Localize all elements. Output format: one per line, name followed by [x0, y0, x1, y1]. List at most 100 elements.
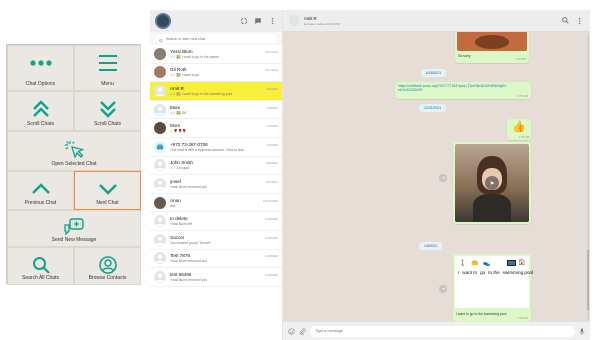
scroll-chats-button[interactable]: Scroll Chats [74, 91, 141, 131]
microphone-icon[interactable] [579, 322, 585, 340]
chat-name: Gil Roth [170, 67, 187, 73]
symbol-pool-icon [507, 260, 516, 266]
zoom-link[interactable]: https://us05web.zoom.us/j/7907777784?pwd… [398, 84, 506, 92]
chat-name: Mum [170, 104, 181, 110]
message-time: 7:09 AM [517, 316, 528, 320]
symbol-word: go [480, 270, 486, 275]
avatar [154, 196, 166, 209]
chat-list-item[interactable]: Amit R 1/6/2022 ✓✓ 🖼️ I want to go to the … [150, 82, 282, 101]
scrollbar-thumb[interactable] [587, 250, 589, 310]
chat-name: +972 73-367-0706 [170, 141, 208, 147]
message-symbol-bubble[interactable]: 🚶 🤲 👟 🏠 Iwant to go to the swimming pool I … [453, 254, 533, 322]
chat-name: Amit R [170, 85, 184, 91]
message-time: 9:57 PM [517, 94, 528, 98]
button-label: Previous Chat [24, 200, 57, 206]
chat-date: 12/22/2020 [262, 198, 278, 203]
message-list: So sorry 7:10 PM 6/18/2021 https://us05w… [283, 32, 590, 322]
chat-preview: ✓✓ 🖼️ I want to go to the planet [170, 54, 219, 59]
compose-bar [283, 322, 590, 340]
chat-list-item[interactable]: Anan 12/22/2020 test [150, 194, 282, 213]
chat-list-item[interactable]: Soccer 11/9/2020 You created group "Soccer… [150, 231, 282, 250]
chat-date: Thursday [265, 68, 278, 73]
switch-access-panel: Chat Options Menu Scroll Chats Scroll Chats… [6, 44, 141, 285]
forward-icon[interactable] [439, 174, 447, 182]
chat-name: Soccer [170, 234, 185, 240]
chat-list-item[interactable]: John Smith 8/4/2021 ✓✓ Ech gad [150, 157, 282, 176]
chat-list-item[interactable]: +972 73-367-0706 1/3/2022 This chat is wit… [150, 138, 282, 157]
double-chevron-up-icon [32, 98, 50, 120]
chat-preview: ✓✓ Ech gad [170, 166, 190, 171]
thumbs-up-icon: 👍 [512, 121, 526, 133]
whatsapp-window: Yossi Blum Thursday ✓✓ 🖼️ I want to go to … [150, 10, 590, 340]
search-box[interactable] [155, 34, 277, 43]
chat-preview: ✓✓ 🖼️ I want to go [170, 73, 200, 78]
chat-list: Yossi Blum Thursday ✓✓ 🖼️ I want to go to … [150, 45, 282, 287]
chat-list-item[interactable]: test 65465 11/9/2020 Yossi Blum removed yo… [150, 268, 282, 287]
new-chat-icon[interactable] [253, 16, 263, 26]
message-video-bubble[interactable] [453, 142, 531, 224]
chat-preview: Yossi Blum removed you [170, 259, 208, 264]
symbol-card[interactable]: 🚶 🤲 👟 🏠 Iwant to go to the swimming pool [455, 256, 533, 308]
date-divider: 1/6/2022 [419, 242, 443, 250]
message-sticker-bubble[interactable]: 👍 7:25 AM [507, 119, 531, 140]
chat-text: yosef 8/7/2021 Yossi Blum removed you [170, 179, 278, 189]
search-input[interactable] [166, 36, 273, 41]
chat-list-item[interactable]: Yossi Blum Thursday ✓✓ 🖼️ I want to go to … [150, 45, 282, 64]
chat-date: 8/7/2021 [266, 179, 278, 184]
open-selected-chat-button[interactable]: Open Selected Chat [7, 131, 141, 171]
chat-date: 1/3/2022 [266, 124, 278, 129]
chat-preview: ✓✓ 🖼️ I want to go to the swimming pool [170, 91, 233, 96]
chat-options-button[interactable]: Chat Options [7, 45, 74, 91]
screen: Chat Options Menu Scroll Chats Scroll Chats… [0, 0, 593, 340]
status-icon[interactable] [239, 16, 249, 26]
chat-list-item[interactable]: Mom 1/3/2022 ✓ 🌹🌹🌹 [150, 119, 282, 138]
play-icon[interactable] [485, 176, 499, 190]
chat-preview: You created group "Soccer" [170, 240, 212, 245]
chat-date: 11/9/2020 [264, 235, 278, 240]
avatar [154, 103, 166, 116]
forward-icon[interactable] [439, 285, 447, 293]
video-thumbnail[interactable] [455, 144, 529, 222]
chat-name: test 65465 [170, 271, 192, 277]
contact-avatar[interactable] [289, 15, 300, 26]
message-link-bubble[interactable]: https://us05web.zoom.us/j/7907777784?pwd… [395, 82, 531, 99]
chat-preview: test [170, 203, 176, 208]
menu-dots-icon[interactable] [574, 16, 584, 26]
search-all-chats-button[interactable]: Search All Chats [7, 247, 74, 285]
browse-contacts-button[interactable]: Browse Contacts [74, 247, 141, 285]
chat-name: Anan [170, 197, 181, 203]
previous-chat-button[interactable]: Previous Chat [7, 171, 74, 210]
menu-button[interactable]: Menu [74, 45, 141, 91]
chat-list-item[interactable]: Mum 1/3/2022 ✓✓ 🖼️ Gif [150, 101, 282, 120]
chevron-up-icon [31, 178, 51, 200]
emoji-icon[interactable] [288, 322, 295, 340]
message-input[interactable] [310, 325, 575, 337]
symbol-word: want to [462, 270, 478, 275]
chat-list-item[interactable]: yosef 8/7/2021 Yossi Blum removed you [150, 175, 282, 194]
menu-dots-icon[interactable] [267, 16, 277, 26]
chat-sidebar: Yossi Blum Thursday ✓✓ 🖼️ I want to go to … [150, 10, 283, 340]
search-icon[interactable] [560, 16, 570, 26]
chat-preview: Yossi Blum removed you [170, 184, 208, 189]
chat-date: 1/6/2022 [266, 86, 278, 91]
next-chat-button[interactable]: Next Chat [74, 171, 141, 210]
my-avatar[interactable] [155, 13, 171, 29]
chat-list-item[interactable]: to delete 11/9/2020 Yossi Blum left [150, 212, 282, 231]
avatar [154, 66, 166, 79]
chat-name: yosef [170, 178, 181, 184]
chat-list-item[interactable]: Gil Roth Thursday ✓✓ 🖼️ I want to go [150, 64, 282, 83]
attach-icon[interactable] [299, 322, 306, 340]
chat-date: 8/4/2021 [266, 161, 278, 166]
chat-list-item[interactable]: Test 7878 11/9/2020 Yossi Blum removed you [150, 250, 282, 269]
chat-name: to delete [170, 216, 188, 222]
avatar [154, 270, 166, 283]
scroll-chats-button[interactable]: Scroll Chats [7, 91, 74, 131]
search-icon [32, 254, 50, 275]
chat-date: 11/9/2020 [264, 254, 278, 259]
shared-image[interactable] [457, 32, 527, 51]
send-new-message-button[interactable]: Send New Message [7, 210, 141, 247]
chat-preview: This chat is with a business account. Cl… [170, 147, 247, 152]
chat-date: Thursday [265, 49, 278, 54]
contact-name[interactable]: Amit R [304, 16, 340, 21]
message-image-bubble[interactable]: So sorry 7:10 PM [455, 32, 529, 63]
